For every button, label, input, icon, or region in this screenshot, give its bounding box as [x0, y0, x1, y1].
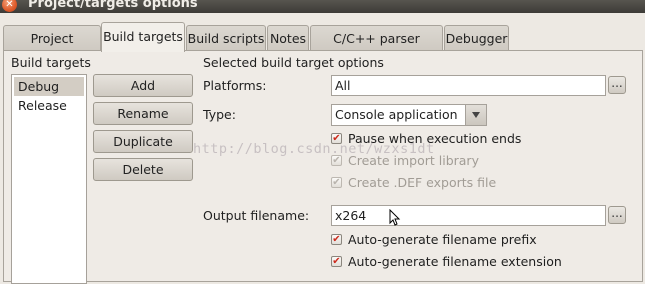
build-targets-list[interactable]: Debug Release [11, 74, 87, 284]
build-targets-heading: Build targets [11, 55, 91, 70]
window-title: Project/targets options [28, 0, 198, 11]
close-icon[interactable]: ✕ [2, 0, 17, 12]
output-filename-browse-button[interactable]: ... [608, 206, 626, 224]
auto-extension-label: Auto-generate filename extension [348, 254, 562, 269]
platforms-field[interactable]: All [331, 75, 606, 96]
tab-build-scripts[interactable]: Build scripts [186, 25, 266, 50]
list-item-release[interactable]: Release [14, 96, 84, 115]
type-select[interactable]: Console application [331, 104, 487, 126]
tab-debugger[interactable]: Debugger [444, 25, 509, 50]
text-cursor-icon [389, 209, 401, 226]
title-bar: ✕ Project/targets options [0, 0, 645, 13]
tab-cpp-parser-options[interactable]: C/C++ parser options [310, 25, 443, 71]
checkmark-icon: ✔ [331, 177, 342, 188]
platforms-browse-button[interactable]: ... [608, 76, 626, 94]
auto-prefix-label: Auto-generate filename prefix [348, 232, 537, 247]
tab-notes[interactable]: Notes [267, 25, 309, 50]
target-options-heading: Selected build target options [203, 55, 384, 70]
create-def-exports-label: Create .DEF exports file [348, 175, 497, 190]
rename-button[interactable]: Rename [93, 102, 193, 125]
output-filename-field[interactable]: x264 [331, 205, 606, 226]
list-item-debug[interactable]: Debug [14, 77, 84, 96]
delete-button[interactable]: Delete [93, 158, 193, 181]
platforms-label: Platforms: [203, 78, 267, 93]
checkmark-icon[interactable]: ✔ [331, 256, 342, 267]
tab-project-settings[interactable]: Project settings [3, 25, 101, 71]
output-filename-label: Output filename: [203, 208, 310, 223]
tab-build-targets[interactable]: Build targets [101, 22, 185, 52]
duplicate-button[interactable]: Duplicate [93, 130, 193, 153]
type-select-value: Console application [335, 107, 458, 122]
add-button[interactable]: Add [93, 74, 193, 97]
checkmark-icon[interactable]: ✔ [331, 234, 342, 245]
watermark-text: http://blog.csdn.net/wzxs1dt [193, 141, 435, 157]
chevron-down-icon[interactable] [465, 105, 486, 125]
type-label: Type: [203, 107, 236, 122]
